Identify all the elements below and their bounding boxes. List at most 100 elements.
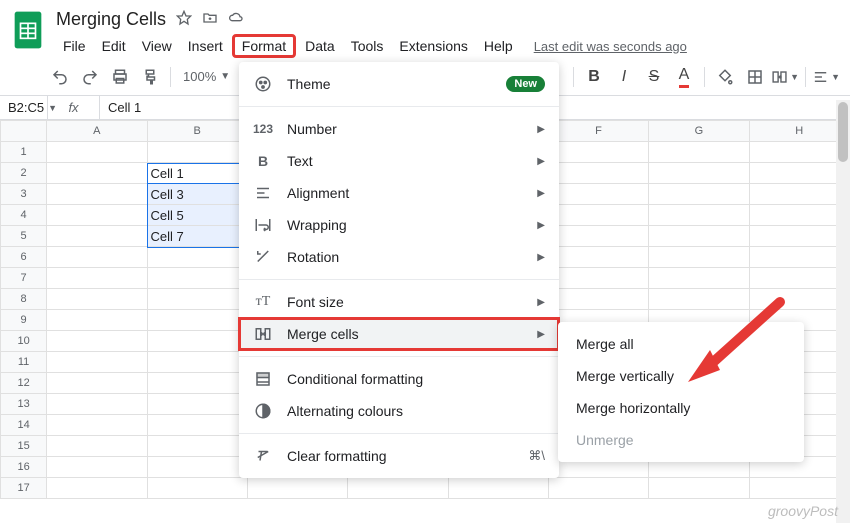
row-header[interactable]: 12 [1,373,47,394]
col-header[interactable]: H [749,121,849,142]
submenu-unmerge: Unmerge [558,424,804,456]
font-size-icon: ᴛT [253,294,273,310]
redo-button[interactable] [76,63,104,91]
cell[interactable]: Cell 1 [147,163,247,184]
bold-button[interactable]: B [580,63,608,91]
menu-tools[interactable]: Tools [344,34,391,58]
menu-theme[interactable]: Theme New [239,68,559,100]
menu-item-label: Clear formatting [287,448,387,464]
alignment-icon [253,184,273,202]
row-header[interactable]: 10 [1,331,47,352]
menu-item-label: Merge cells [287,326,359,342]
star-icon[interactable] [176,10,192,29]
col-header[interactable]: B [147,121,247,142]
merge-cells-submenu: Merge all Merge vertically Merge horizon… [558,322,804,462]
submenu-arrow-icon: ▶ [537,188,545,199]
select-all-corner[interactable] [1,121,47,142]
cell[interactable]: Cell 5 [147,205,247,226]
submenu-arrow-icon: ▶ [537,297,545,308]
submenu-merge-horizontally[interactable]: Merge horizontally [558,392,804,424]
clear-formatting-icon [253,447,273,465]
row-header[interactable]: 17 [1,478,47,499]
number-icon: 123 [253,122,273,136]
row-header[interactable]: 5 [1,226,47,247]
row-header[interactable]: 8 [1,289,47,310]
undo-button[interactable] [46,63,74,91]
cell[interactable]: Cell 3 [147,184,247,205]
menu-data[interactable]: Data [298,34,342,58]
row-header[interactable]: 16 [1,457,47,478]
row-header[interactable]: 11 [1,352,47,373]
zoom-value: 100% [183,69,216,84]
menu-format[interactable]: Format [232,34,296,58]
menu-font-size[interactable]: ᴛT Font size ▶ [239,286,559,318]
menu-item-label: Theme [287,76,331,92]
col-header[interactable]: A [47,121,147,142]
submenu-merge-vertically[interactable]: Merge vertically [558,360,804,392]
wrapping-icon [253,216,273,234]
menu-view[interactable]: View [135,34,179,58]
row-header[interactable]: 7 [1,268,47,289]
name-box[interactable]: B2:C5 ▼ [0,96,48,119]
menu-extensions[interactable]: Extensions [392,34,474,58]
row-header[interactable]: 4 [1,205,47,226]
submenu-arrow-icon: ▶ [537,124,545,135]
watermark: groovyPost [768,503,838,519]
row-header[interactable]: 9 [1,310,47,331]
submenu-arrow-icon: ▶ [537,329,545,340]
borders-button[interactable] [741,63,769,91]
menu-rotation[interactable]: Rotation ▶ [239,241,559,273]
menu-help[interactable]: Help [477,34,520,58]
row-header[interactable]: 1 [1,142,47,163]
menu-item-label: Font size [287,294,344,310]
theme-icon [253,75,273,93]
menubar: File Edit View Insert Format Data Tools … [56,34,840,58]
menu-conditional-formatting[interactable]: Conditional formatting [239,363,559,395]
row-header[interactable]: 3 [1,184,47,205]
row-header[interactable]: 15 [1,436,47,457]
last-edit-link[interactable]: Last edit was seconds ago [534,39,687,54]
row-header[interactable]: 13 [1,394,47,415]
submenu-merge-all[interactable]: Merge all [558,328,804,360]
cell[interactable]: Cell 7 [147,226,247,247]
paint-format-button[interactable] [136,63,164,91]
formula-input[interactable]: Cell 1 [100,100,141,115]
menu-item-label: Alignment [287,185,349,201]
menu-item-label: Conditional formatting [287,371,423,387]
merge-cells-icon [253,325,273,343]
row-header[interactable]: 6 [1,247,47,268]
menu-alignment[interactable]: Alignment ▶ [239,177,559,209]
vertical-scrollbar[interactable] [836,100,850,523]
print-button[interactable] [106,63,134,91]
menu-edit[interactable]: Edit [95,34,133,58]
move-folder-icon[interactable] [202,10,218,29]
menu-item-label: Number [287,121,337,137]
menu-item-label: Text [287,153,313,169]
menu-number[interactable]: 123 Number ▶ [239,113,559,145]
col-header[interactable]: F [548,121,648,142]
row-header[interactable]: 14 [1,415,47,436]
sheets-logo-icon[interactable] [10,8,46,56]
zoom-select[interactable]: 100% ▼ [177,69,236,84]
merge-button[interactable]: ▼ [771,63,799,91]
text-color-button[interactable]: A [670,63,698,91]
shortcut-label: ⌘\ [528,448,545,464]
fill-color-button[interactable] [711,63,739,91]
menu-text[interactable]: B Text ▶ [239,145,559,177]
alternating-colours-icon [253,402,273,420]
chevron-down-icon: ▼ [220,71,230,82]
menu-insert[interactable]: Insert [181,34,230,58]
cloud-status-icon[interactable] [228,10,244,29]
italic-button[interactable]: I [610,63,638,91]
doc-title[interactable]: Merging Cells [56,9,166,30]
align-button[interactable]: ▼ [812,63,840,91]
row-header[interactable]: 2 [1,163,47,184]
col-header[interactable]: G [649,121,749,142]
menu-wrapping[interactable]: Wrapping ▶ [239,209,559,241]
strikethrough-button[interactable]: S [640,63,668,91]
fx-label: fx [48,96,100,119]
menu-clear-formatting[interactable]: Clear formatting ⌘\ [239,440,559,472]
menu-file[interactable]: File [56,34,93,58]
menu-alternating-colours[interactable]: Alternating colours [239,395,559,427]
menu-merge-cells[interactable]: Merge cells ▶ [239,318,559,350]
